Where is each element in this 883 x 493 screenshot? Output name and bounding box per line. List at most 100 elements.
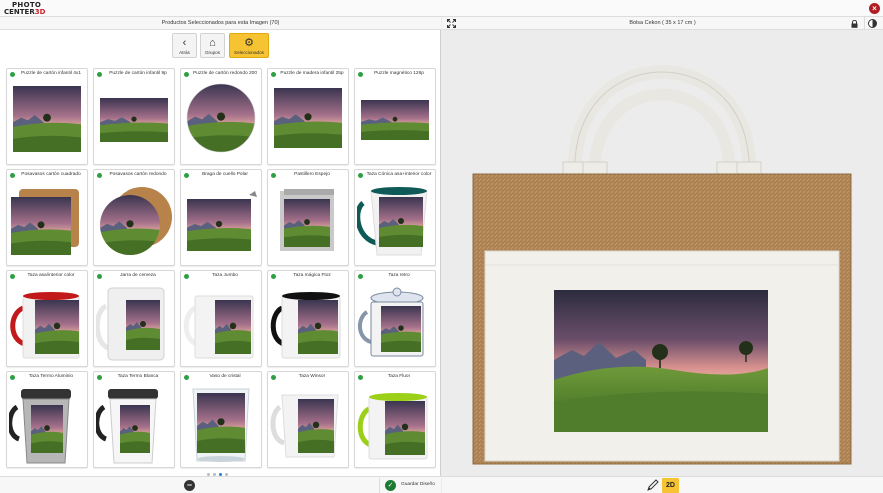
product-card[interactable]: Vaso de cristal: [180, 371, 262, 468]
product-thumbnail: [357, 383, 433, 465]
product-name: Taza Winsor: [298, 374, 326, 379]
selected-status-dot: [97, 72, 102, 77]
save-design-button[interactable]: ✓ Guardar Diseño: [379, 478, 441, 493]
selected-button-label: Seleccionados: [234, 50, 264, 55]
product-card[interactable]: Braga de cuello Polar: [180, 169, 262, 266]
selected-status-dot: [184, 173, 189, 178]
check-icon: ✓: [385, 480, 396, 491]
selected-status-dot: [358, 375, 363, 380]
product-name: Posavasos cartón redondo: [109, 172, 167, 177]
selected-status-dot: [358, 72, 363, 77]
logo-line2-text: CENTER: [4, 8, 35, 16]
product-thumbnail: [270, 181, 346, 263]
product-thumbnail: [270, 383, 346, 465]
selected-status-dot: [97, 173, 102, 178]
product-name: Taza retro: [388, 273, 410, 278]
product-card[interactable]: Puzzle magnético 126p: [354, 68, 436, 165]
product-card[interactable]: Puzzle de madera infantil 25p: [267, 68, 349, 165]
product-thumbnail: [355, 181, 433, 263]
lock-icon[interactable]: [851, 20, 858, 28]
product-thumbnail: [9, 181, 85, 263]
close-button[interactable]: ×: [869, 3, 880, 14]
product-name: Taza Termo Aluminio: [28, 374, 74, 379]
right-footer: 2D: [442, 476, 883, 493]
product-thumbnail: [96, 181, 172, 263]
product-name: Vaso de cristal: [209, 374, 241, 379]
chevron-left-icon: ‹: [182, 37, 187, 49]
selected-status-dot: [271, 72, 276, 77]
product-card[interactable]: Taza retro: [354, 270, 436, 367]
minus-icon: −: [186, 480, 193, 490]
selected-status-dot: [97, 274, 102, 279]
product-name: Pastillero Espejo: [294, 172, 330, 177]
zoom-out-button[interactable]: −: [184, 480, 195, 491]
product-card[interactable]: Posavasos cartón cuadrado: [6, 169, 88, 266]
product-name: Puzzle de cartón infantil 4x1: [21, 71, 81, 76]
product-card[interactable]: Taza Cónica asa+interior color: [354, 169, 436, 266]
back-button[interactable]: ‹ Atrás: [172, 33, 197, 58]
jute-bag-image: [472, 65, 852, 465]
selected-status-dot: [10, 173, 15, 178]
product-card[interactable]: Jarra de cerveza: [93, 270, 175, 367]
product-name: Taza Jumbo: [212, 273, 238, 278]
product-card[interactable]: Puzzle de cartón infantil 9p: [93, 68, 175, 165]
selected-status-dot: [271, 375, 276, 380]
product-thumbnail: [94, 282, 172, 364]
product-card[interactable]: Taza asa/interior color: [6, 270, 88, 367]
product-card[interactable]: Taza Termo Blanca: [93, 371, 175, 468]
product-grid: Puzzle de cartón infantil 4x1 Puzzle de …: [6, 68, 438, 470]
expand-icon[interactable]: [447, 19, 456, 28]
selected-status-dot: [184, 274, 189, 279]
product-card[interactable]: Posavasos cartón redondo: [93, 169, 175, 266]
product-card[interactable]: Taza Winsor: [267, 371, 349, 468]
product-card[interactable]: Puzzle de cartón infantil 4x1: [6, 68, 88, 165]
selected-status-dot: [184, 375, 189, 380]
products-panel: Productos Seleccionados para esta Imagen…: [0, 17, 441, 493]
save-design-label: Guardar Diseño: [401, 482, 435, 487]
selected-status-dot: [358, 274, 363, 279]
product-thumbnail: [96, 80, 172, 162]
pencil-icon[interactable]: [646, 479, 660, 492]
selected-button[interactable]: ⚙ Seleccionados: [229, 33, 269, 58]
product-thumbnail: [9, 80, 85, 162]
title-bar: PHOTO CENTER3D ×: [0, 0, 883, 17]
view-2d-button[interactable]: 2D: [662, 478, 679, 493]
product-thumbnail: [94, 383, 172, 465]
product-name: Jarra de cerveza: [120, 273, 156, 278]
product-thumbnail: [357, 80, 433, 162]
product-thumbnail: [9, 282, 85, 364]
product-name: Puzzle de madera infantil 25p: [280, 71, 344, 76]
contrast-icon[interactable]: [868, 19, 877, 28]
product-name: Puzzle de cartón redondo 200: [192, 71, 257, 76]
selected-status-dot: [97, 375, 102, 380]
selected-status-dot: [10, 274, 15, 279]
product-thumbnail: [7, 383, 85, 465]
product-name: Taza mágica Ftoz: [293, 273, 331, 278]
product-name: Taza Termo Blanca: [117, 374, 159, 379]
left-footer: − ✓ Guardar Diseño: [0, 476, 441, 493]
product-card[interactable]: Taza Fluor: [354, 371, 436, 468]
selected-status-dot: [184, 72, 189, 77]
product-thumbnail: [183, 80, 259, 162]
selected-status-dot: [10, 72, 15, 77]
product-thumbnail: [270, 282, 346, 364]
preview-panel: Bolsa Cekon ( 35 x 17 cm ) 2D: [442, 17, 883, 493]
app-logo: PHOTO CENTER3D: [4, 1, 50, 16]
product-name: Taza asa/interior color: [27, 273, 75, 278]
product-card[interactable]: Taza Jumbo: [180, 270, 262, 367]
product-thumbnail: [183, 181, 259, 263]
product-name: Puzzle magnético 126p: [374, 71, 424, 76]
app-window: PHOTO CENTER3D × Productos Seleccionados…: [0, 0, 883, 493]
selected-status-dot: [271, 274, 276, 279]
logo-3d-text: 3D: [34, 8, 46, 16]
selected-status-dot: [271, 173, 276, 178]
home-icon: ⌂: [209, 37, 216, 49]
product-card[interactable]: Pastillero Espejo: [267, 169, 349, 266]
product-title: Bolsa Cekon ( 35 x 17 cm ): [629, 20, 696, 26]
product-card[interactable]: Taza Termo Aluminio: [6, 371, 88, 468]
gear-icon: ⚙: [244, 37, 254, 49]
product-card[interactable]: Puzzle de cartón redondo 200: [180, 68, 262, 165]
product-card[interactable]: Taza mágica Ftoz: [267, 270, 349, 367]
bag-preview[interactable]: [467, 47, 857, 477]
groups-button[interactable]: ⌂ Grupos: [200, 33, 225, 58]
